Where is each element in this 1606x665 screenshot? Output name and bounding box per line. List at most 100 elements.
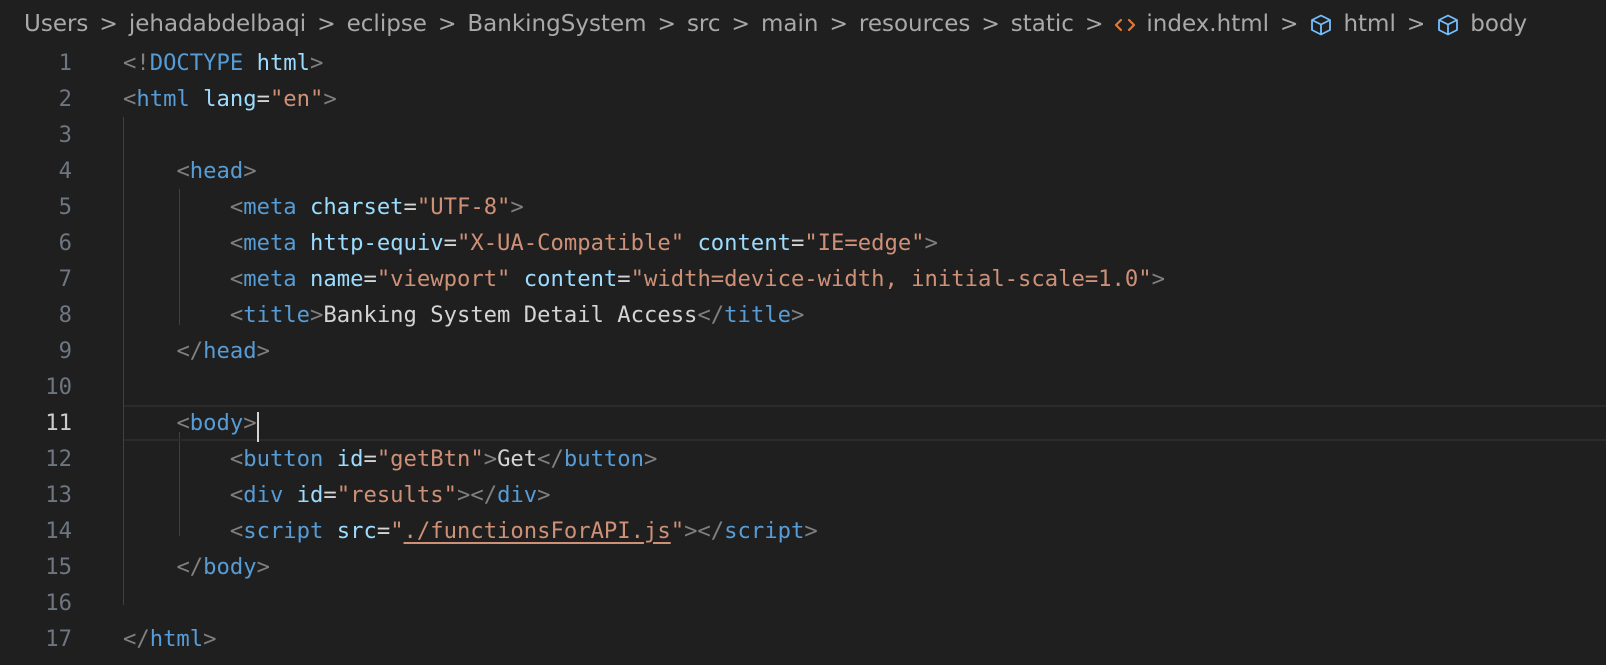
code-line[interactable]: 5 <meta charset="UTF-8">: [0, 189, 1606, 225]
code-token: >: [323, 86, 337, 112]
code-token: button: [243, 446, 324, 472]
code-line[interactable]: 9 </head>: [0, 333, 1606, 369]
code-token: http-equiv: [310, 230, 444, 256]
code-token: DOCTYPE: [149, 50, 244, 76]
code-line[interactable]: 7 <meta name="viewport" content="width=d…: [0, 261, 1606, 297]
breadcrumb-symbol-body[interactable]: body: [1436, 11, 1527, 37]
code-token: ></: [684, 518, 725, 544]
code-line[interactable]: 6 <meta http-equiv="X-UA-Compatible" con…: [0, 225, 1606, 261]
breadcrumb-segment[interactable]: eclipse: [347, 11, 427, 37]
code-token: html: [149, 626, 204, 652]
code-token: ./functionsForAPI.js: [403, 518, 671, 544]
code-token: </: [123, 626, 150, 652]
code-token: name: [310, 266, 364, 292]
breadcrumb-file[interactable]: index.html: [1114, 11, 1269, 37]
code-token: <: [229, 482, 244, 508]
breadcrumb-segment[interactable]: main: [761, 11, 818, 37]
code-text: <!DOCTYPE html>: [123, 45, 323, 81]
chevron-right-icon: >: [437, 12, 457, 37]
breadcrumb-segment[interactable]: resources: [859, 11, 970, 37]
code-line[interactable]: 10: [0, 369, 1606, 405]
breadcrumb-segment[interactable]: Users: [24, 11, 88, 37]
code-token: <: [229, 194, 244, 220]
code-token: >: [1151, 266, 1165, 292]
code-line[interactable]: 2 <html lang="en">: [0, 81, 1606, 117]
code-text: <meta name="viewport" content="width=dev…: [123, 261, 1165, 297]
chevron-right-icon: >: [829, 12, 848, 37]
code-token: body: [189, 410, 244, 436]
breadcrumb: Users > jehadabdelbaqi > eclipse > BankingSyst…: [0, 0, 1606, 48]
code-token: >: [510, 194, 524, 220]
code-token: meta: [243, 266, 297, 292]
code-line[interactable]: 3: [0, 117, 1606, 153]
line-number: 9: [58, 338, 72, 364]
chevron-right-icon: >: [1280, 11, 1299, 37]
line-number: 14: [45, 518, 72, 544]
line-number: 1: [58, 50, 72, 76]
code-token: =: [376, 518, 391, 544]
line-number: 15: [45, 554, 72, 580]
code-token: </: [697, 302, 725, 328]
code-token: </: [537, 446, 564, 472]
code-token: button: [563, 446, 645, 472]
code-token: "UTF-8": [416, 194, 511, 220]
code-text: <script src="./functionsForAPI.js"></scr…: [123, 513, 818, 549]
code-token: lang: [203, 86, 257, 112]
code-token: <: [229, 446, 244, 472]
text-cursor: [256, 411, 259, 442]
breadcrumb-segment[interactable]: src: [687, 11, 721, 37]
breadcrumb-symbol-label: body: [1470, 11, 1528, 37]
code-token: </: [176, 554, 204, 580]
code-token: "getBtn": [376, 446, 484, 472]
code-token: =: [617, 266, 631, 292]
breadcrumb-segment[interactable]: static: [1011, 11, 1074, 37]
code-line[interactable]: 15 </body>: [0, 549, 1606, 585]
breadcrumb-symbol-html[interactable]: html: [1309, 11, 1396, 37]
code-token: =: [363, 446, 377, 472]
code-token: "X-UA-Compatible": [456, 230, 685, 256]
code-line[interactable]: 16: [0, 585, 1606, 621]
code-line[interactable]: 8 <title>Banking System Detail Access</t…: [0, 297, 1606, 333]
code-line[interactable]: 13 <div id="results"></div>: [0, 477, 1606, 513]
code-token: head: [189, 158, 244, 184]
breadcrumb-segment[interactable]: jehadabdelbaqi: [129, 11, 306, 37]
code-editor[interactable]: 1 <!DOCTYPE html> 2 <html lang="en"> 3 4 <hea…: [0, 45, 1606, 665]
code-token: src: [336, 518, 377, 544]
code-text: <html lang="en">: [123, 81, 337, 117]
code-token: >: [256, 338, 270, 364]
code-token: ></: [456, 482, 498, 508]
code-token: >: [790, 302, 805, 328]
line-number: 7: [58, 266, 72, 292]
code-token: >: [310, 50, 324, 76]
chevron-right-icon: >: [1084, 12, 1104, 37]
code-text: <title>Banking System Detail Access</tit…: [123, 297, 804, 333]
line-number: 17: [45, 626, 72, 652]
code-lines: 1 <!DOCTYPE html> 2 <html lang="en"> 3 4 <hea…: [0, 45, 1606, 657]
code-token: >: [243, 158, 257, 184]
line-number: 3: [58, 122, 72, 148]
code-token: "results": [336, 482, 457, 508]
code-line[interactable]: 12 <button id="getBtn">Get</button>: [0, 441, 1606, 477]
breadcrumb-symbol-label: html: [1343, 11, 1396, 37]
code-token: <: [176, 410, 190, 436]
code-line[interactable]: 17 </html>: [0, 621, 1606, 657]
code-line[interactable]: 1 <!DOCTYPE html>: [0, 45, 1606, 81]
code-text: <body>: [123, 405, 259, 442]
chevron-right-icon: >: [1406, 11, 1426, 37]
code-text: <button id="getBtn">Get</button>: [123, 441, 658, 477]
cube-symbol-icon: [1436, 13, 1460, 37]
code-line[interactable]: 11 <body>: [0, 405, 1606, 442]
breadcrumb-segment[interactable]: BankingSystem: [467, 11, 646, 37]
code-token: =: [403, 194, 417, 220]
code-token: title: [243, 302, 311, 328]
code-token: script: [724, 518, 805, 544]
code-line[interactable]: 4 <head>: [0, 153, 1606, 189]
code-line[interactable]: 14 <script src="./functionsForAPI.js"></…: [0, 513, 1606, 549]
html-file-icon: [1114, 17, 1136, 33]
